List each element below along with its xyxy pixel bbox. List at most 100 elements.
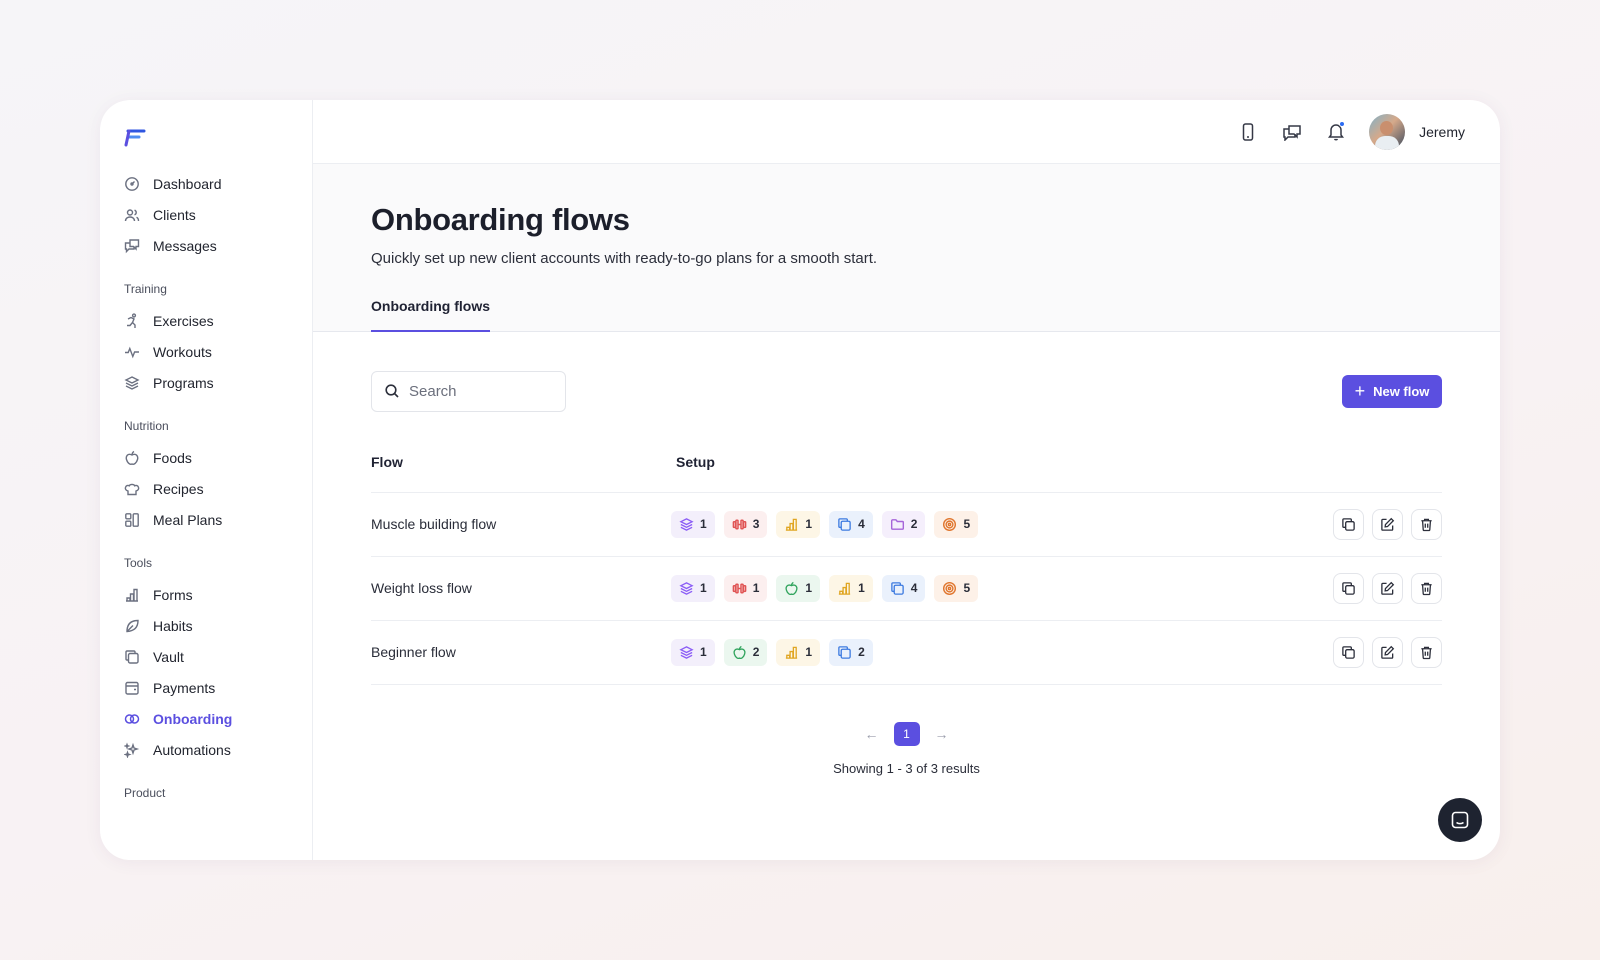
- flow-name[interactable]: Beginner flow: [371, 620, 676, 685]
- sidebar-item-forms[interactable]: Forms: [124, 579, 312, 610]
- setup-chip-goals[interactable]: 5: [934, 510, 979, 538]
- setup-chip-programs[interactable]: 1: [671, 574, 715, 602]
- setup-chip-nutrition[interactable]: 2: [723, 638, 768, 666]
- app-window: Dashboard Clients Messages Training Exercise…: [100, 100, 1500, 860]
- new-flow-label: New flow: [1373, 383, 1430, 399]
- setup-cell: 1 1 1 1 4 5: [671, 556, 1239, 621]
- actions-cell: [1238, 492, 1442, 557]
- avatar[interactable]: [1369, 113, 1406, 150]
- brand-logo[interactable]: [124, 128, 146, 148]
- edit-icon: [1380, 581, 1395, 596]
- page-number-button[interactable]: 1: [893, 721, 920, 746]
- sidebar-item-messages[interactable]: Messages: [124, 230, 312, 261]
- sidebar-item-automations[interactable]: Automations: [124, 734, 312, 765]
- edit-button[interactable]: [1372, 508, 1403, 540]
- trash-icon: [1419, 517, 1434, 532]
- setup-chip-folder[interactable]: 2: [881, 510, 926, 538]
- sidebar-item-payments[interactable]: Payments: [124, 672, 312, 703]
- sidebar-item-meal-plans[interactable]: Meal Plans: [124, 504, 312, 535]
- mobile-icon[interactable]: [1237, 121, 1259, 143]
- sidebar-section-nutrition: Nutrition: [124, 419, 169, 433]
- chip-count: 5: [963, 517, 971, 531]
- users-icon: [124, 207, 140, 223]
- prev-page-arrow-icon[interactable]: ←: [864, 726, 880, 742]
- sidebar-item-label: Workouts: [153, 343, 212, 360]
- sidebar-item-vault[interactable]: Vault: [124, 641, 312, 672]
- chip-count: 1: [805, 581, 813, 595]
- chip-count: 4: [910, 581, 918, 595]
- delete-button[interactable]: [1411, 508, 1442, 540]
- sidebar-item-programs[interactable]: Programs: [124, 367, 312, 398]
- sidebar-item-label: Payments: [153, 679, 216, 696]
- sidebar-item-clients[interactable]: Clients: [124, 199, 312, 230]
- sidebar: Dashboard Clients Messages Training Exercise…: [100, 100, 313, 860]
- chip-count: 1: [700, 581, 707, 595]
- habits-icon: [124, 618, 140, 634]
- automations-icon: [124, 741, 140, 758]
- sidebar-item-recipes[interactable]: Recipes: [124, 473, 312, 504]
- edit-button[interactable]: [1372, 572, 1403, 604]
- sidebar-item-onboarding[interactable]: Onboarding: [124, 703, 312, 734]
- next-page-arrow-icon[interactable]: →: [934, 726, 950, 742]
- tab-onboarding-flows[interactable]: Onboarding flows: [371, 298, 490, 332]
- sidebar-item-dashboard[interactable]: Dashboard: [124, 168, 312, 199]
- workouts-icon: [124, 344, 140, 360]
- forms-icon: [837, 581, 852, 596]
- edit-button[interactable]: [1372, 636, 1403, 668]
- setup-chip-goals[interactable]: 5: [934, 574, 979, 602]
- delete-button[interactable]: [1411, 636, 1442, 668]
- table-row[interactable]: Weight loss flow 1 1 1 1 4 5: [371, 556, 1442, 621]
- sidebar-item-exercises[interactable]: Exercises: [124, 305, 312, 336]
- setup-chip-vault[interactable]: 4: [881, 574, 926, 602]
- support-chat-button[interactable]: [1438, 798, 1482, 842]
- chip-count: 2: [910, 517, 918, 531]
- foods-icon: [124, 450, 140, 466]
- row-actions: [1239, 508, 1442, 540]
- chat-bubbles-icon[interactable]: [1281, 121, 1303, 143]
- setup-chip-programs[interactable]: 1: [671, 638, 715, 666]
- pagination: ← 1 →: [371, 721, 1442, 746]
- setup-chips: 1 3 1 4 2 5: [671, 510, 1239, 538]
- user-name[interactable]: Jeremy: [1419, 124, 1465, 140]
- duplicate-button[interactable]: [1333, 572, 1364, 604]
- sidebar-item-workouts[interactable]: Workouts: [124, 336, 312, 367]
- search-icon: [384, 383, 400, 399]
- bell-icon[interactable]: [1325, 120, 1347, 143]
- duplicate-button[interactable]: [1333, 508, 1364, 540]
- flow-name[interactable]: Muscle building flow: [371, 492, 676, 557]
- search-input[interactable]: [409, 382, 549, 400]
- column-header-actions: [1238, 454, 1442, 493]
- flow-name[interactable]: Weight loss flow: [371, 556, 676, 621]
- new-flow-button[interactable]: + New flow: [1342, 374, 1442, 408]
- duplicate-icon: [1341, 581, 1356, 596]
- setup-chip-vault[interactable]: 4: [829, 510, 873, 538]
- search-box[interactable]: [371, 370, 566, 412]
- setup-chip-forms[interactable]: 1: [776, 510, 821, 538]
- dumbbell-icon: [732, 517, 747, 532]
- sidebar-item-label: Onboarding: [153, 710, 233, 727]
- chip-count: 1: [700, 517, 707, 531]
- sidebar-item-habits[interactable]: Habits: [124, 610, 312, 641]
- row-actions: [1239, 572, 1442, 604]
- setup-chip-workouts[interactable]: 3: [723, 510, 768, 538]
- sidebar-item-label: Foods: [153, 449, 192, 466]
- forms-icon: [124, 587, 140, 603]
- row-actions: [1239, 636, 1442, 668]
- setup-chip-forms[interactable]: 1: [776, 638, 821, 666]
- setup-chip-programs[interactable]: 1: [671, 510, 715, 538]
- table-row[interactable]: Muscle building flow 1 3 1 4 2 5: [371, 492, 1442, 557]
- sidebar-section-training: Training: [124, 282, 167, 296]
- setup-chip-forms[interactable]: 1: [829, 574, 873, 602]
- setup-chip-workouts[interactable]: 1: [723, 574, 768, 602]
- delete-button[interactable]: [1411, 572, 1442, 604]
- sidebar-item-label: Programs: [153, 374, 214, 391]
- flows-table: Flow Setup Muscle building flow 1 3 1 4 2 5 Wei…: [371, 454, 1442, 685]
- setup-chip-vault[interactable]: 2: [829, 638, 873, 666]
- sidebar-item-foods[interactable]: Foods: [124, 442, 312, 473]
- setup-chip-nutrition[interactable]: 1: [776, 574, 821, 602]
- sidebar-item-label: Dashboard: [153, 175, 222, 192]
- sidebar-item-label: Habits: [153, 617, 193, 634]
- table-row[interactable]: Beginner flow 1 2 1 2: [371, 620, 1442, 685]
- edit-icon: [1380, 517, 1395, 532]
- duplicate-button[interactable]: [1333, 636, 1364, 668]
